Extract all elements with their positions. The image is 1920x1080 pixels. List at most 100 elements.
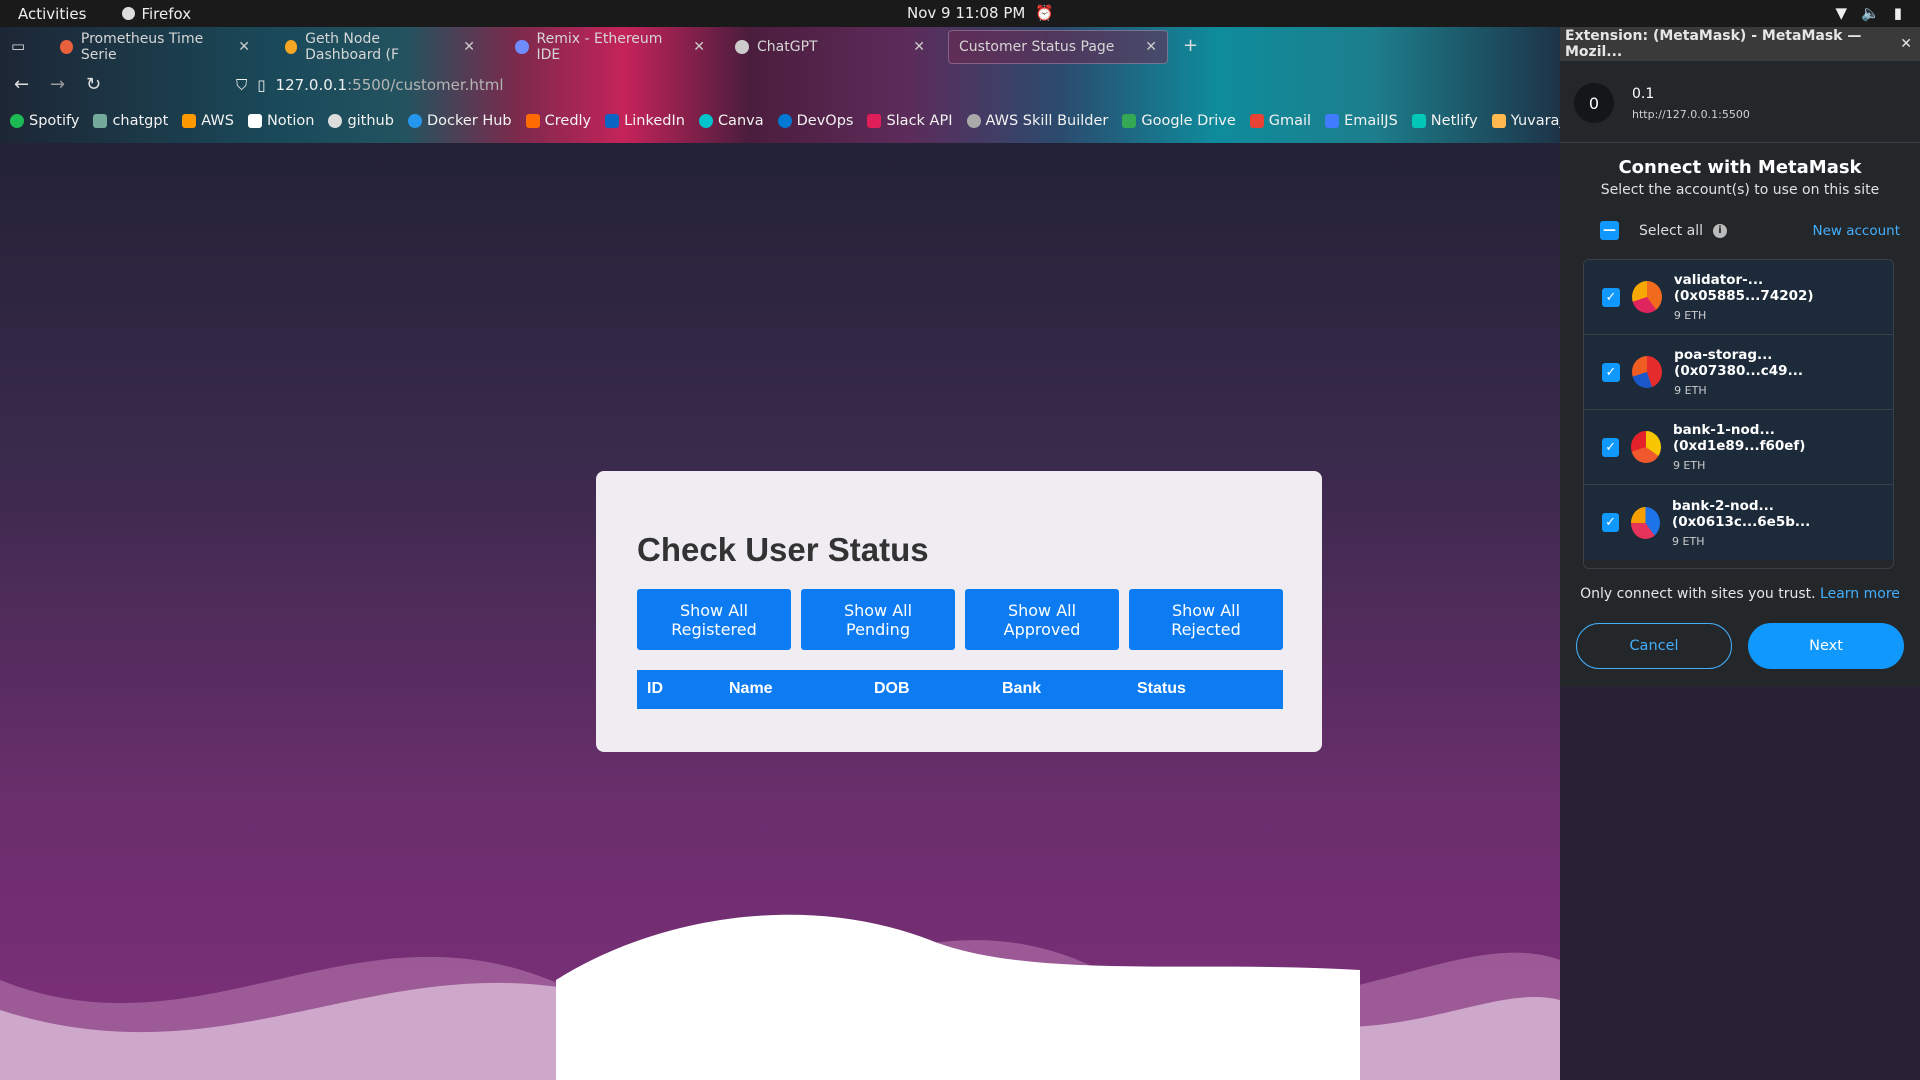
page-icon: ▯ bbox=[257, 76, 266, 94]
forward-icon[interactable]: → bbox=[50, 74, 65, 95]
volume-icon: 🔈 bbox=[1861, 4, 1880, 22]
account-balance: 9 ETH bbox=[1673, 309, 1707, 322]
bookmark-devops[interactable]: DevOps bbox=[777, 113, 854, 129]
account-avatar bbox=[1631, 506, 1661, 539]
bookmark-github[interactable]: github bbox=[328, 113, 394, 129]
app-menu[interactable]: Firefox bbox=[122, 5, 191, 23]
alarm-icon: ⏰ bbox=[1035, 4, 1055, 22]
firefox-icon bbox=[122, 7, 136, 20]
close-icon[interactable]: ✕ bbox=[693, 39, 705, 55]
close-icon[interactable]: ✕ bbox=[913, 39, 925, 55]
close-icon[interactable]: ✕ bbox=[238, 39, 250, 55]
popup-title: Extension: (MetaMask) - MetaMask — Mozil… bbox=[1565, 28, 1862, 60]
account-avatar bbox=[1631, 431, 1661, 463]
show-approved-button[interactable]: Show All Approved bbox=[965, 589, 1119, 650]
spotify-icon bbox=[10, 114, 24, 128]
netlify-icon bbox=[1411, 114, 1426, 128]
bookmark-docker-hub[interactable]: Docker Hub bbox=[407, 113, 512, 129]
page-content: Check User Status Show All Registered Sh… bbox=[0, 143, 1560, 1080]
new-account-link[interactable]: New account bbox=[1812, 223, 1900, 239]
bookmark-label: DevOps bbox=[796, 113, 854, 129]
close-icon[interactable]: ✕ bbox=[1900, 36, 1912, 52]
bookmark-linkedin[interactable]: LinkedIn bbox=[605, 113, 685, 129]
aws-icon bbox=[182, 114, 197, 128]
bookmark-canva[interactable]: Canva bbox=[698, 113, 764, 129]
account-item[interactable]: ✓ validator-... (0x05885...74202) 9 ETH bbox=[1584, 260, 1893, 335]
account-name: bank-1-nod... (0xd1e89...f60ef) bbox=[1672, 422, 1806, 454]
divider bbox=[1560, 142, 1920, 143]
shield-icon: ⛉ bbox=[236, 76, 248, 94]
column-dob: DOB bbox=[874, 680, 910, 697]
account-item[interactable]: ✓ bank-1-nod... (0xd1e89...f60ef) 9 ETH bbox=[1584, 410, 1893, 485]
notion-icon bbox=[247, 114, 262, 128]
account-item[interactable]: ✓ bank-2-nod... (0x0613c...6e5b... 9 ETH bbox=[1584, 485, 1893, 560]
activities-button[interactable]: Activities bbox=[18, 5, 86, 23]
bookmark-gmail[interactable]: Gmail bbox=[1249, 113, 1311, 129]
bookmark-label: AWS bbox=[201, 113, 234, 129]
account-checkbox[interactable]: ✓ bbox=[1602, 437, 1620, 457]
page-title: Check User Status bbox=[637, 531, 929, 568]
bookmark-label: Spotify bbox=[29, 113, 80, 129]
new-tab-icon[interactable]: + bbox=[1183, 35, 1198, 56]
close-icon[interactable]: ✕ bbox=[463, 39, 475, 55]
info-icon[interactable]: i bbox=[1713, 223, 1727, 238]
bookmark-label: Notion bbox=[266, 113, 315, 129]
slack-icon bbox=[867, 114, 882, 128]
bookmark-chatgpt[interactable]: chatgpt bbox=[93, 113, 168, 129]
bookmark-label: chatgpt bbox=[112, 113, 169, 129]
system-tray[interactable]: ▼ 🔈 ▮ bbox=[1836, 4, 1903, 22]
bookmark-notion[interactable]: Notion bbox=[247, 113, 315, 129]
bookmark-aws[interactable]: AWS bbox=[182, 113, 234, 129]
column-name: Name bbox=[729, 680, 773, 697]
select-all-checkbox[interactable]: — bbox=[1600, 221, 1619, 240]
bookmark-emailjs[interactable]: EmailJS bbox=[1325, 113, 1398, 129]
tab-remix[interactable]: Remix - Ethereum IDE ✕ bbox=[505, 30, 715, 64]
bookmark-aws-skill-builder[interactable]: AWS Skill Builder bbox=[966, 113, 1109, 129]
account-item[interactable]: ✓ poa-storag... (0x07380...c49... 9 ETH bbox=[1584, 335, 1893, 410]
back-icon[interactable]: ← bbox=[14, 74, 29, 95]
column-status: Status bbox=[1137, 680, 1186, 697]
bookmark-netlify[interactable]: Netlify bbox=[1411, 113, 1478, 129]
tab-prometheus[interactable]: Prometheus Time Serie ✕ bbox=[50, 30, 260, 64]
url-path: :5500/customer.html bbox=[347, 76, 504, 94]
bookmark-label: Credly bbox=[544, 113, 592, 129]
globe-icon bbox=[966, 114, 981, 128]
reload-icon[interactable]: ↻ bbox=[86, 74, 101, 95]
account-checkbox[interactable]: ✓ bbox=[1602, 513, 1620, 532]
close-icon[interactable]: ✕ bbox=[1145, 39, 1157, 55]
devops-icon bbox=[777, 114, 792, 128]
tab-geth[interactable]: Geth Node Dashboard (F ✕ bbox=[275, 30, 485, 64]
canva-icon bbox=[698, 114, 713, 128]
bookmark-credly[interactable]: Credly bbox=[525, 113, 592, 129]
show-rejected-button[interactable]: Show All Rejected bbox=[1129, 589, 1283, 650]
popup-titlebar: Extension: (MetaMask) - MetaMask — Mozil… bbox=[1560, 27, 1920, 61]
tab-label: Prometheus Time Serie bbox=[80, 31, 204, 63]
show-registered-button[interactable]: Show All Registered bbox=[637, 589, 791, 650]
tab-chatgpt[interactable]: ChatGPT ✕ bbox=[725, 30, 935, 64]
account-name: validator-... (0x05885...74202) bbox=[1673, 272, 1814, 304]
bookmark-slack-api[interactable]: Slack API bbox=[867, 113, 953, 129]
bookmark-label: AWS Skill Builder bbox=[985, 113, 1109, 129]
app-name: Firefox bbox=[141, 4, 192, 23]
chatgpt-icon bbox=[735, 40, 749, 54]
account-checkbox[interactable]: ✓ bbox=[1602, 362, 1620, 382]
clock[interactable]: Nov 9 11:08 PM ⏰ bbox=[907, 4, 1054, 22]
datetime: Nov 9 11:08 PM bbox=[907, 4, 1026, 22]
account-checkbox[interactable]: ✓ bbox=[1602, 287, 1620, 307]
bookmark-spotify[interactable]: Spotify bbox=[10, 113, 79, 129]
next-button[interactable]: Next bbox=[1748, 623, 1904, 669]
bookmark-google-drive[interactable]: Google Drive bbox=[1122, 113, 1236, 129]
learn-more-link[interactable]: Learn more bbox=[1820, 586, 1900, 602]
url-bar[interactable]: ⛉ ▯ 127.0.0.1:5500/customer.html bbox=[236, 76, 504, 94]
select-all-row: — Select all i New account bbox=[1600, 221, 1900, 240]
tab-overview-icon[interactable]: ▭ bbox=[11, 37, 25, 55]
cancel-button[interactable]: Cancel bbox=[1576, 623, 1732, 669]
prometheus-icon bbox=[60, 40, 73, 54]
show-pending-button[interactable]: Show All Pending bbox=[801, 589, 955, 650]
site-host: http://127.0.0.1:5500 bbox=[1632, 107, 1750, 121]
trust-notice: Only connect with sites you trust. Learn… bbox=[1560, 586, 1920, 602]
trust-text: Only connect with sites you trust. bbox=[1580, 586, 1816, 602]
tab-customer-status[interactable]: Customer Status Page ✕ bbox=[948, 30, 1168, 64]
geth-icon bbox=[285, 40, 298, 54]
battery-icon: ▮ bbox=[1893, 4, 1902, 22]
